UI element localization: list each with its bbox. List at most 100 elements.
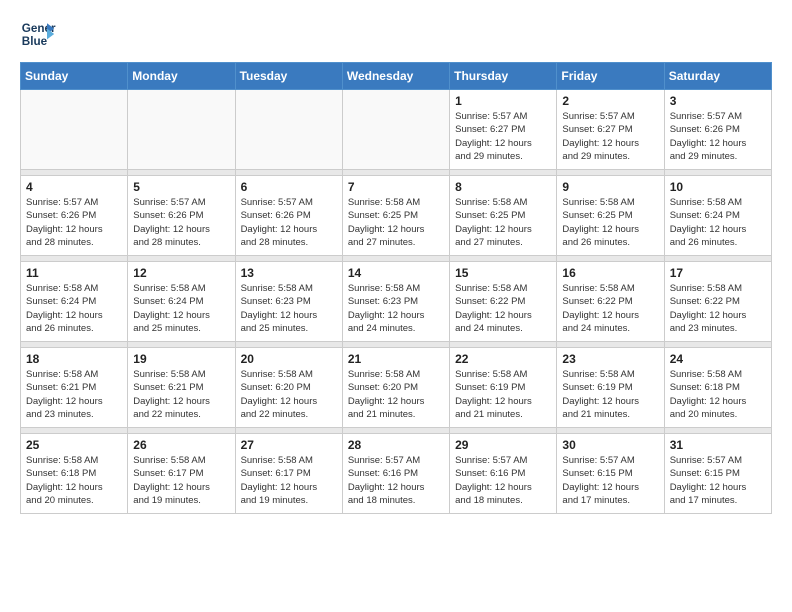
day-header-monday: Monday — [128, 63, 235, 90]
day-cell: 12 Sunrise: 5:58 AM Sunset: 6:24 PM Dayli… — [128, 262, 235, 342]
day-info: Sunrise: 5:58 AM Sunset: 6:19 PM Dayligh… — [455, 368, 551, 421]
day-number: 27 — [241, 438, 337, 452]
day-cell: 6 Sunrise: 5:57 AM Sunset: 6:26 PM Daylig… — [235, 176, 342, 256]
day-info: Sunrise: 5:58 AM Sunset: 6:24 PM Dayligh… — [26, 282, 122, 335]
day-number: 21 — [348, 352, 444, 366]
day-number: 25 — [26, 438, 122, 452]
day-info: Sunrise: 5:58 AM Sunset: 6:25 PM Dayligh… — [455, 196, 551, 249]
day-cell: 13 Sunrise: 5:58 AM Sunset: 6:23 PM Dayli… — [235, 262, 342, 342]
day-info: Sunrise: 5:58 AM Sunset: 6:25 PM Dayligh… — [562, 196, 658, 249]
day-number: 23 — [562, 352, 658, 366]
day-header-sunday: Sunday — [21, 63, 128, 90]
day-cell: 15Sunrise: 5:58 AM Sunset: 6:22 PM Dayli… — [450, 262, 557, 342]
day-number: 28 — [348, 438, 444, 452]
day-info: Sunrise: 5:57 AM Sunset: 6:26 PM Dayligh… — [26, 196, 122, 249]
week-row-5: 25 Sunrise: 5:58 AM Sunset: 6:18 PM Dayli… — [21, 434, 772, 514]
day-info: Sunrise: 5:58 AM Sunset: 6:24 PM Dayligh… — [133, 282, 229, 335]
day-cell: 10Sunrise: 5:58 AM Sunset: 6:24 PM Dayli… — [664, 176, 771, 256]
day-number: 6 — [241, 180, 337, 194]
day-info: Sunrise: 5:57 AM Sunset: 6:16 PM Dayligh… — [455, 454, 551, 507]
day-cell: 18 Sunrise: 5:58 AM Sunset: 6:21 PM Dayli… — [21, 348, 128, 428]
day-number: 16 — [562, 266, 658, 280]
day-number: 13 — [241, 266, 337, 280]
day-cell: 2Sunrise: 5:57 AM Sunset: 6:27 PM Daylig… — [557, 90, 664, 170]
calendar-table: SundayMondayTuesdayWednesdayThursdayFrid… — [20, 62, 772, 514]
day-number: 9 — [562, 180, 658, 194]
day-header-tuesday: Tuesday — [235, 63, 342, 90]
day-info: Sunrise: 5:58 AM Sunset: 6:22 PM Dayligh… — [562, 282, 658, 335]
day-cell — [128, 90, 235, 170]
week-row-2: 4 Sunrise: 5:57 AM Sunset: 6:26 PM Daylig… — [21, 176, 772, 256]
day-info: Sunrise: 5:58 AM Sunset: 6:20 PM Dayligh… — [348, 368, 444, 421]
day-cell: 26 Sunrise: 5:58 AM Sunset: 6:17 PM Dayli… — [128, 434, 235, 514]
day-number: 17 — [670, 266, 766, 280]
day-info: Sunrise: 5:57 AM Sunset: 6:16 PM Dayligh… — [348, 454, 444, 507]
day-cell: 4 Sunrise: 5:57 AM Sunset: 6:26 PM Daylig… — [21, 176, 128, 256]
day-info: Sunrise: 5:58 AM Sunset: 6:19 PM Dayligh… — [562, 368, 658, 421]
day-cell: 16 Sunrise: 5:58 AM Sunset: 6:22 PM Dayli… — [557, 262, 664, 342]
day-cell: 5Sunrise: 5:57 AM Sunset: 6:26 PM Daylig… — [128, 176, 235, 256]
day-info: Sunrise: 5:58 AM Sunset: 6:22 PM Dayligh… — [670, 282, 766, 335]
day-number: 12 — [133, 266, 229, 280]
day-info: Sunrise: 5:58 AM Sunset: 6:23 PM Dayligh… — [348, 282, 444, 335]
day-info: Sunrise: 5:58 AM Sunset: 6:18 PM Dayligh… — [26, 454, 122, 507]
week-row-3: 11Sunrise: 5:58 AM Sunset: 6:24 PM Dayli… — [21, 262, 772, 342]
header: General Blue — [20, 16, 772, 52]
day-number: 8 — [455, 180, 551, 194]
day-info: Sunrise: 5:57 AM Sunset: 6:26 PM Dayligh… — [241, 196, 337, 249]
day-cell: 17 Sunrise: 5:58 AM Sunset: 6:22 PM Dayli… — [664, 262, 771, 342]
day-number: 24 — [670, 352, 766, 366]
day-info: Sunrise: 5:57 AM Sunset: 6:27 PM Dayligh… — [455, 110, 551, 163]
day-info: Sunrise: 5:58 AM Sunset: 6:25 PM Dayligh… — [348, 196, 444, 249]
day-number: 26 — [133, 438, 229, 452]
day-number: 29 — [455, 438, 551, 452]
day-number: 30 — [562, 438, 658, 452]
day-number: 19 — [133, 352, 229, 366]
day-info: Sunrise: 5:57 AM Sunset: 6:15 PM Dayligh… — [670, 454, 766, 507]
day-info: Sunrise: 5:58 AM Sunset: 6:21 PM Dayligh… — [26, 368, 122, 421]
day-cell: 23 Sunrise: 5:58 AM Sunset: 6:19 PM Dayli… — [557, 348, 664, 428]
day-number: 14 — [348, 266, 444, 280]
day-cell: 3 Sunrise: 5:57 AM Sunset: 6:26 PM Daylig… — [664, 90, 771, 170]
day-cell: 24Sunrise: 5:58 AM Sunset: 6:18 PM Dayli… — [664, 348, 771, 428]
day-number: 22 — [455, 352, 551, 366]
day-number: 4 — [26, 180, 122, 194]
logo: General Blue — [20, 16, 56, 52]
day-cell: 28 Sunrise: 5:57 AM Sunset: 6:16 PM Dayli… — [342, 434, 449, 514]
day-cell: 20Sunrise: 5:58 AM Sunset: 6:20 PM Dayli… — [235, 348, 342, 428]
day-info: Sunrise: 5:58 AM Sunset: 6:23 PM Dayligh… — [241, 282, 337, 335]
day-cell: 14 Sunrise: 5:58 AM Sunset: 6:23 PM Dayli… — [342, 262, 449, 342]
day-cell: 30 Sunrise: 5:57 AM Sunset: 6:15 PM Dayli… — [557, 434, 664, 514]
day-info: Sunrise: 5:58 AM Sunset: 6:21 PM Dayligh… — [133, 368, 229, 421]
day-header-wednesday: Wednesday — [342, 63, 449, 90]
day-cell: 1 Sunrise: 5:57 AM Sunset: 6:27 PM Daylig… — [450, 90, 557, 170]
day-number: 31 — [670, 438, 766, 452]
day-info: Sunrise: 5:57 AM Sunset: 6:15 PM Dayligh… — [562, 454, 658, 507]
day-cell: 27 Sunrise: 5:58 AM Sunset: 6:17 PM Dayli… — [235, 434, 342, 514]
day-cell: 25 Sunrise: 5:58 AM Sunset: 6:18 PM Dayli… — [21, 434, 128, 514]
header-row: SundayMondayTuesdayWednesdayThursdayFrid… — [21, 63, 772, 90]
day-info: Sunrise: 5:58 AM Sunset: 6:17 PM Dayligh… — [133, 454, 229, 507]
week-row-4: 18 Sunrise: 5:58 AM Sunset: 6:21 PM Dayli… — [21, 348, 772, 428]
day-header-thursday: Thursday — [450, 63, 557, 90]
day-header-saturday: Saturday — [664, 63, 771, 90]
day-info: Sunrise: 5:57 AM Sunset: 6:26 PM Dayligh… — [133, 196, 229, 249]
day-number: 3 — [670, 94, 766, 108]
day-header-friday: Friday — [557, 63, 664, 90]
day-info: Sunrise: 5:57 AM Sunset: 6:26 PM Dayligh… — [670, 110, 766, 163]
week-row-1: 1 Sunrise: 5:57 AM Sunset: 6:27 PM Daylig… — [21, 90, 772, 170]
day-info: Sunrise: 5:58 AM Sunset: 6:24 PM Dayligh… — [670, 196, 766, 249]
day-info: Sunrise: 5:58 AM Sunset: 6:17 PM Dayligh… — [241, 454, 337, 507]
day-cell: 19 Sunrise: 5:58 AM Sunset: 6:21 PM Dayli… — [128, 348, 235, 428]
day-number: 2 — [562, 94, 658, 108]
day-cell: 31 Sunrise: 5:57 AM Sunset: 6:15 PM Dayli… — [664, 434, 771, 514]
day-cell: 8 Sunrise: 5:58 AM Sunset: 6:25 PM Daylig… — [450, 176, 557, 256]
day-info: Sunrise: 5:58 AM Sunset: 6:22 PM Dayligh… — [455, 282, 551, 335]
day-cell: 21 Sunrise: 5:58 AM Sunset: 6:20 PM Dayli… — [342, 348, 449, 428]
day-number: 18 — [26, 352, 122, 366]
day-number: 1 — [455, 94, 551, 108]
day-cell: 7Sunrise: 5:58 AM Sunset: 6:25 PM Daylig… — [342, 176, 449, 256]
day-cell: 9 Sunrise: 5:58 AM Sunset: 6:25 PM Daylig… — [557, 176, 664, 256]
day-cell — [342, 90, 449, 170]
day-cell — [21, 90, 128, 170]
